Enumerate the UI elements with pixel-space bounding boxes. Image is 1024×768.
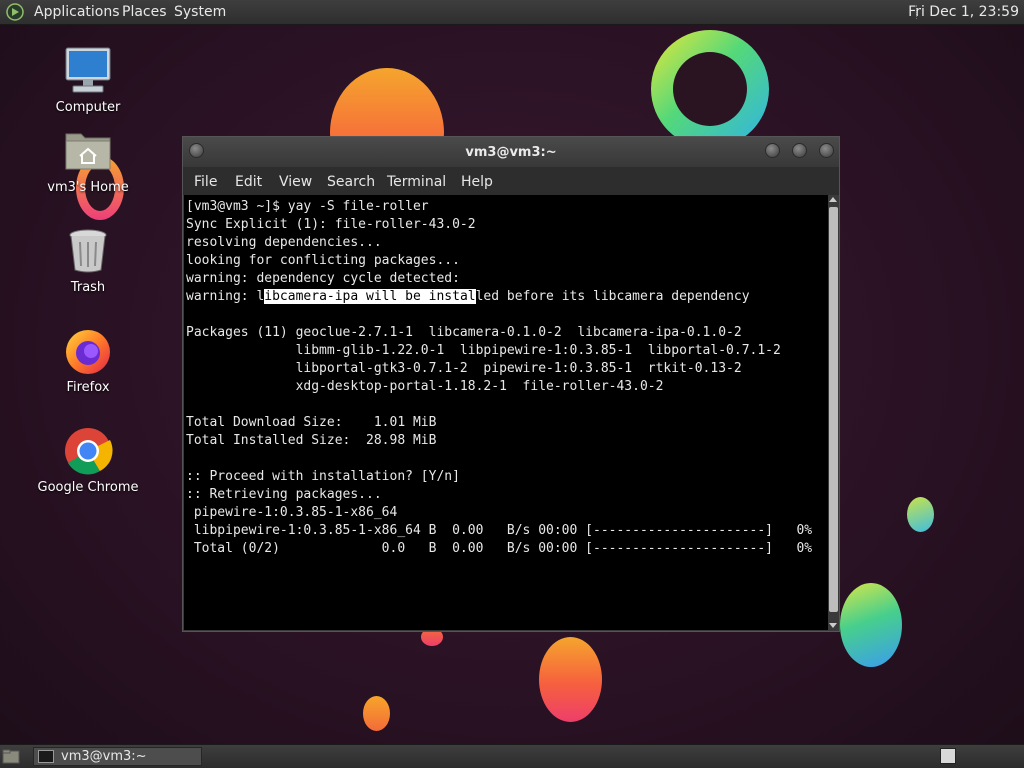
terminal-line: Total Download Size: 1.01 MiB <box>186 415 437 430</box>
terminal-line: looking for conflicting packages... <box>186 253 460 268</box>
close-button[interactable] <box>819 143 834 158</box>
window-titlebar[interactable]: vm3@vm3:~ <box>183 137 839 167</box>
computer-icon <box>65 47 111 93</box>
desktop-icon-label: vm3's Home <box>47 180 129 195</box>
desktop-icon-label: Google Chrome <box>37 480 139 495</box>
workspace-switcher[interactable] <box>940 748 956 764</box>
menu-terminal[interactable]: Terminal <box>387 174 446 190</box>
terminal-line: resolving dependencies... <box>186 235 382 250</box>
terminal-line: led before its libcamera dependency <box>475 289 750 304</box>
terminal-line: pipewire-1:0.3.85-1-x86_64 <box>186 505 398 520</box>
firefox-icon <box>66 330 110 374</box>
terminal-output[interactable]: [vm3@vm3 ~]$ yay -S file-roller Sync Exp… <box>184 195 828 630</box>
terminal-icon <box>38 750 54 763</box>
terminal-menubar: File Edit View Search Terminal Help <box>183 167 839 195</box>
terminal-line: [vm3@vm3 ~]$ yay -S file-roller <box>186 199 429 214</box>
wallpaper-blob <box>840 583 902 667</box>
terminal-window[interactable]: vm3@vm3:~ File Edit View Search Terminal… <box>182 136 840 632</box>
desktop-icon-label: Firefox <box>66 380 110 395</box>
bottom-panel: vm3@vm3:~ <box>0 744 1024 768</box>
taskbar-item-terminal[interactable]: vm3@vm3:~ <box>33 747 202 766</box>
clock[interactable]: Fri Dec 1, 23:59 <box>908 4 1019 20</box>
maximize-button[interactable] <box>792 143 807 158</box>
menu-view[interactable]: View <box>279 174 312 190</box>
menu-help[interactable]: Help <box>461 174 493 190</box>
terminal-line: warning: l <box>186 289 265 304</box>
desktop-icon-label: Computer <box>55 100 121 115</box>
terminal-scrollbar[interactable] <box>828 195 839 630</box>
terminal-line: :: Proceed with installation? [Y/n] <box>186 469 460 484</box>
terminal-line: Total Installed Size: 28.98 MiB <box>186 433 437 448</box>
top-panel: Applications Places System Fri Dec 1, 23… <box>0 0 1024 25</box>
terminal-selection[interactable]: ibcamera-ipa will be instal <box>264 289 476 304</box>
distro-logo-icon[interactable] <box>6 3 24 21</box>
terminal-line: Sync Explicit (1): file-roller-43.0-2 <box>186 217 476 232</box>
wallpaper-blob <box>363 696 390 731</box>
taskbar-item-label: vm3@vm3:~ <box>61 749 147 764</box>
wallpaper-blob <box>539 637 602 722</box>
system-menu[interactable]: System <box>174 4 226 20</box>
places-menu[interactable]: Places <box>122 4 167 20</box>
desktop-icon-label: Trash <box>70 280 106 295</box>
menu-search[interactable]: Search <box>327 174 375 190</box>
desktop-icon-computer[interactable]: Computer <box>33 46 143 115</box>
home-folder-icon <box>65 133 111 170</box>
terminal-line: libpipewire-1:0.3.85-1-x86_64 B 0.00 B/s… <box>186 523 813 538</box>
applications-menu[interactable]: Applications <box>34 4 120 20</box>
terminal-line: Packages (11) geoclue-2.7.1-1 libcamera-… <box>186 325 742 340</box>
terminal-line: warning: dependency cycle detected: <box>186 271 460 286</box>
scroll-up-arrow-icon[interactable] <box>829 197 837 202</box>
desktop-icon-chrome[interactable]: Google Chrome <box>33 426 143 495</box>
trash-icon <box>69 229 107 273</box>
terminal-line: libportal-gtk3-0.7.1-2 pipewire-1:0.3.85… <box>186 361 742 376</box>
window-title: vm3@vm3:~ <box>465 145 557 160</box>
terminal-line: xdg-desktop-portal-1.18.2-1 file-roller-… <box>186 379 664 394</box>
menu-edit[interactable]: Edit <box>235 174 262 190</box>
wallpaper-blob <box>907 497 934 532</box>
show-desktop-icon[interactable] <box>2 749 20 764</box>
desktop-icon-home[interactable]: vm3's Home <box>33 126 143 195</box>
minimize-button[interactable] <box>765 143 780 158</box>
chrome-icon <box>65 428 113 475</box>
terminal-line: Total (0/2) 0.0 B 0.00 B/s 00:00 [------… <box>186 541 813 556</box>
terminal-line: libmm-glib-1.22.0-1 libpipewire-1:0.3.85… <box>186 343 781 358</box>
wallpaper-ring <box>651 30 769 148</box>
scrollbar-thumb[interactable] <box>829 207 838 612</box>
terminal-line: :: Retrieving packages... <box>186 487 382 502</box>
desktop-icon-firefox[interactable]: Firefox <box>33 326 143 395</box>
menu-file[interactable]: File <box>194 174 217 190</box>
scroll-down-arrow-icon[interactable] <box>829 623 837 628</box>
desktop-icon-trash[interactable]: Trash <box>33 226 143 295</box>
